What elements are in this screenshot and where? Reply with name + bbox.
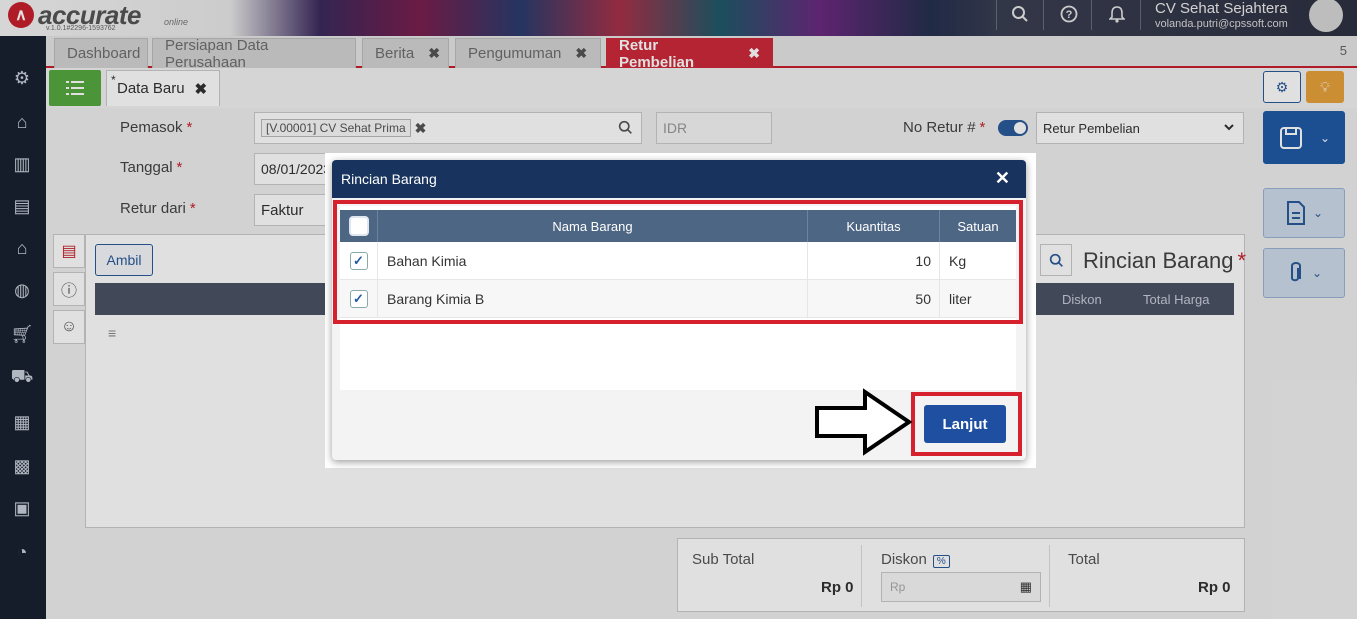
modal-header: Rincian Barang ✕ bbox=[332, 160, 1026, 198]
modal-title: Rincian Barang bbox=[341, 171, 437, 187]
highlight-table bbox=[333, 200, 1023, 324]
close-icon[interactable]: ✕ bbox=[995, 168, 1010, 189]
arrow-right-icon bbox=[815, 388, 913, 456]
lanjut-button[interactable]: Lanjut bbox=[924, 405, 1006, 443]
